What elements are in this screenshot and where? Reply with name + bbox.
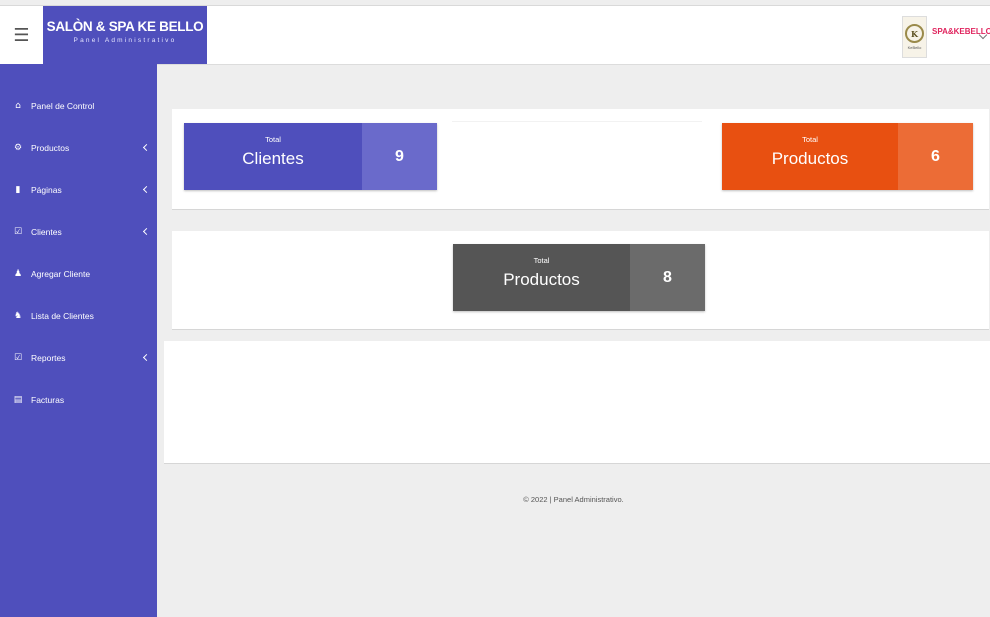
stat-label: Total: [533, 256, 550, 265]
chevron-left-icon: [142, 143, 151, 152]
stat-card-productos[interactable]: Total Productos 6: [722, 123, 973, 190]
sidebar-item-label: Clientes: [31, 227, 62, 237]
logo-caption: KeBello: [907, 45, 922, 50]
stat-title: Clientes: [242, 149, 304, 168]
stat-label: Total: [802, 135, 818, 144]
stat-card-clientes[interactable]: Total Clientes 9: [184, 123, 437, 190]
sidebar-item-clientes[interactable]: ☑ Clientes: [0, 211, 157, 253]
sidebar-item-label: Páginas: [31, 185, 62, 195]
stat-card-body: Total Productos: [722, 123, 898, 190]
stat-title: Productos: [503, 270, 580, 289]
sidebar-item-label: Reportes: [31, 353, 66, 363]
sidebar-item-agregar-cliente[interactable]: ♟ Agregar Cliente: [0, 253, 157, 295]
chevron-left-icon: [142, 353, 151, 362]
top-navbar: ☰ SALÒN & SPA KE BELLO Panel Administrat…: [0, 5, 990, 65]
users-icon: ♞: [13, 311, 23, 321]
sidebar-item-label: Agregar Cliente: [31, 269, 91, 279]
file-icon: ▤: [13, 395, 23, 405]
brand-title: SALÒN & SPA KE BELLO: [46, 19, 204, 34]
sidebar-item-facturas[interactable]: ▤ Facturas: [0, 379, 157, 421]
stat-value: 9: [362, 123, 437, 190]
sidebar-item-lista-de-clientes[interactable]: ♞ Lista de Clientes: [0, 295, 157, 337]
sidebar-item-reportes[interactable]: ☑ Reportes: [0, 337, 157, 379]
checkbox-icon: ☑: [13, 227, 23, 237]
stat-card-body: Total Clientes: [184, 123, 362, 190]
hamburger-icon[interactable]: ☰: [0, 6, 43, 64]
divider: [452, 121, 702, 122]
chevron-left-icon: [142, 185, 151, 194]
sidebar-item-label: Facturas: [31, 395, 65, 405]
stat-value: 6: [898, 123, 973, 190]
stat-value: 8: [630, 244, 705, 311]
gears-icon: ⚙: [13, 143, 23, 153]
chevron-left-icon: [142, 227, 151, 236]
brand-logo[interactable]: SALÒN & SPA KE BELLO Panel Administrativ…: [43, 6, 207, 64]
home-icon: ⌂: [15, 101, 21, 111]
stat-label: Total: [265, 135, 281, 144]
user-avatar[interactable]: K KeBello: [902, 16, 927, 58]
checkbox-icon: ☑: [13, 353, 23, 363]
user-icon: ♟: [13, 269, 23, 279]
content-panel-empty: [164, 341, 990, 464]
book-icon: ▮: [15, 185, 21, 195]
stat-card-body: Total Productos: [453, 244, 630, 311]
logo-seal-icon: K: [905, 24, 924, 43]
sidebar-item-productos[interactable]: ⚙ Productos: [0, 127, 157, 169]
stat-title: Productos: [771, 149, 849, 168]
sidebar-item-label: Panel de Control: [31, 101, 95, 111]
stat-card-productos-gray[interactable]: Total Productos 8: [453, 244, 705, 311]
sidebar-item-label: Lista de Clientes: [31, 311, 94, 321]
sidebar-item-paginas[interactable]: ▮ Páginas: [0, 169, 157, 211]
sidebar-item-panel-de-control[interactable]: ⌂ Panel de Control: [0, 85, 157, 127]
sidebar-item-label: Productos: [31, 143, 70, 153]
sidebar: ⌂ Panel de Control ⚙ Productos ▮ Páginas…: [0, 64, 157, 617]
brand-subtitle: Panel Administrativo: [73, 37, 177, 44]
footer-text: © 2022 | Panel Administrativo.: [523, 495, 624, 504]
